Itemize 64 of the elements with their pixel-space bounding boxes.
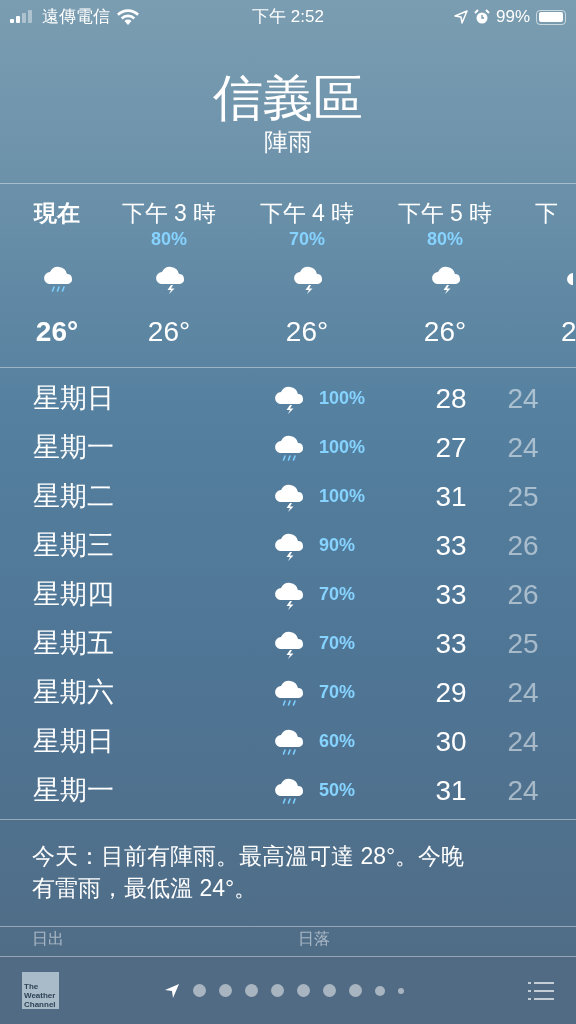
hour-label: 下 (535, 199, 558, 228)
precip-chance: 60% (319, 730, 357, 753)
precip-chance: 100% (319, 485, 367, 508)
precip-chance: 100% (319, 387, 367, 410)
precip-chance: 80% (151, 228, 187, 250)
low-temperature: 24 (506, 773, 540, 808)
carrier-name: 遠傳電信 (42, 6, 110, 29)
day-name: 星期日 (32, 725, 115, 759)
day-name: 星期一 (32, 431, 115, 465)
high-temperature: 28 (434, 381, 468, 416)
list-icon[interactable] (528, 980, 554, 1001)
precip-chance: 70% (319, 583, 357, 606)
precip-chance: 70% (289, 228, 325, 250)
alarm-icon (473, 9, 490, 25)
day-name: 星期三 (32, 529, 115, 563)
high-temperature: 33 (434, 577, 468, 612)
battery-percent: 99% (495, 6, 530, 29)
high-temperature: 33 (434, 528, 468, 563)
hour-temperature: 26° (147, 315, 191, 349)
low-temperature: 24 (506, 675, 540, 710)
hour-label: 下午 5 時 (397, 199, 493, 228)
precip-chance: 70% (319, 681, 357, 704)
precip-chance: 90% (319, 534, 357, 557)
city-name: 信義區 (213, 69, 363, 128)
forecast-summary: 今天：目前有陣雨。最高溫可達 28°。今晚有雷雨，最低溫 24°。 (32, 842, 466, 903)
low-temperature: 24 (506, 430, 540, 465)
low-temperature: 24 (506, 381, 540, 416)
high-temperature: 30 (434, 724, 468, 759)
day-name: 星期五 (32, 627, 115, 661)
low-temperature: 26 (506, 577, 540, 612)
hour-temperature: 26° (35, 315, 79, 349)
precip-chance: 70% (319, 632, 357, 655)
high-temperature: 31 (434, 773, 468, 808)
day-name: 星期二 (32, 480, 115, 514)
status-time: 下午 2:52 (251, 6, 325, 29)
low-temperature: 25 (506, 626, 540, 661)
high-temperature: 27 (434, 430, 468, 465)
location-arrow-icon[interactable] (163, 982, 180, 999)
high-temperature: 33 (434, 626, 468, 661)
hour-label: 下午 4 時 (259, 199, 355, 228)
hour-label: 下午 3 時 (121, 199, 217, 228)
high-temperature: 31 (434, 479, 468, 514)
day-name: 星期六 (32, 676, 115, 710)
weather-channel-logo[interactable]: The Weather Channel (22, 972, 59, 1009)
low-temperature: 24 (506, 724, 540, 759)
weather-condition: 陣雨 (264, 127, 312, 157)
day-name: 星期一 (32, 774, 115, 808)
hour-temperature: 26° (423, 315, 467, 349)
hour-label: 現在 (34, 199, 80, 228)
day-name: 星期四 (32, 578, 115, 612)
location-arrow-icon (453, 10, 468, 24)
low-temperature: 25 (506, 479, 540, 514)
precip-chance: 50% (319, 779, 357, 802)
day-name: 星期日 (32, 382, 115, 416)
low-temperature: 26 (506, 528, 540, 563)
precip-chance: 100% (319, 436, 367, 459)
detail-label: 日出 (32, 929, 65, 949)
hour-temperature: 2 (561, 315, 576, 349)
wifi-icon (116, 8, 140, 26)
hour-temperature: 26° (285, 315, 329, 349)
precip-chance: 80% (427, 228, 463, 250)
detail-label: 日落 (298, 929, 330, 949)
battery-icon (536, 9, 566, 25)
high-temperature: 29 (434, 675, 468, 710)
